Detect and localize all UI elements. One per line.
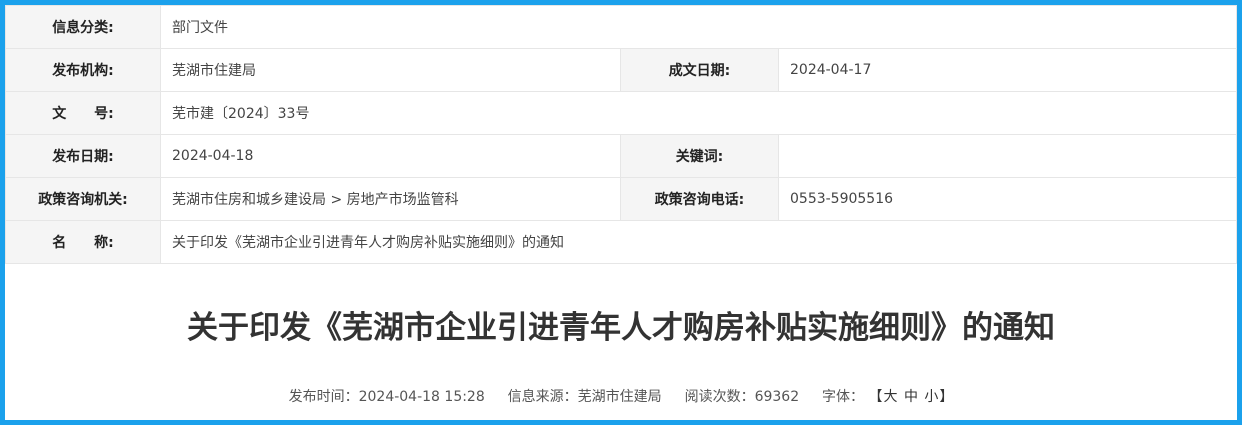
meta-row-name: 名 称: 关于印发《芜湖市企业引进青年人才购房补贴实施细则》的通知 <box>5 220 1237 264</box>
article-title: 关于印发《芜湖市企业引进青年人才购房补贴实施细则》的通知 <box>187 310 1055 346</box>
font-bracket-close: 】 <box>939 389 954 405</box>
publish-time-label: 发布时间： <box>288 389 359 405</box>
publisher-label: 发布机构: <box>5 48 161 92</box>
font-medium-button[interactable]: 中 <box>903 389 919 405</box>
consult-phone-value: 0553-5905516 <box>778 177 1237 221</box>
views-label: 阅读次数： <box>684 389 755 405</box>
keywords-label: 关键词: <box>620 134 779 178</box>
document-meta-table: 信息分类: 部门文件 发布机构: 芜湖市住建局 成文日期: 2024-04-17… <box>5 5 1237 264</box>
publish-date-label: 发布日期: <box>5 134 161 178</box>
consult-phone-label: 政策咨询电话: <box>620 177 779 221</box>
name-value: 关于印发《芜湖市企业引进青年人才购房补贴实施细则》的通知 <box>160 220 1237 264</box>
meta-row-category: 信息分类: 部门文件 <box>5 5 1237 49</box>
created-date-label: 成文日期: <box>620 48 779 92</box>
font-size-label: 字体： <box>822 389 865 405</box>
name-label: 名 称: <box>5 220 161 264</box>
meta-row-consult: 政策咨询机关: 芜湖市住房和城乡建设局 > 房地产市场监管科 政策咨询电话: 0… <box>5 177 1237 221</box>
created-date-value: 2024-04-17 <box>778 48 1237 92</box>
font-bracket-open: 【 <box>868 389 883 405</box>
doc-number-label: 文 号: <box>5 91 161 135</box>
publish-time-value: 2024-04-18 15:28 <box>358 389 485 405</box>
article-info-line: 发布时间：2024-04-18 15:28 信息来源：芜湖市住建局 阅读次数：6… <box>0 386 1242 406</box>
meta-row-publisher: 发布机构: 芜湖市住建局 成文日期: 2024-04-17 <box>5 48 1237 92</box>
category-value: 部门文件 <box>160 5 1237 49</box>
source-label: 信息来源： <box>507 389 578 405</box>
keywords-value <box>778 134 1237 178</box>
doc-number-value: 芜市建〔2024〕33号 <box>160 91 1237 135</box>
publish-date-value: 2024-04-18 <box>160 134 621 178</box>
category-label: 信息分类: <box>5 5 161 49</box>
font-large-button[interactable]: 大 <box>882 389 898 405</box>
source-value: 芜湖市住建局 <box>577 389 662 405</box>
consult-org-value: 芜湖市住房和城乡建设局 > 房地产市场监管科 <box>160 177 621 221</box>
font-small-button[interactable]: 小 <box>923 389 939 405</box>
meta-row-publish-date: 发布日期: 2024-04-18 关键词: <box>5 134 1237 178</box>
views-value: 69362 <box>754 389 800 405</box>
consult-org-label: 政策咨询机关: <box>5 177 161 221</box>
publisher-value: 芜湖市住建局 <box>160 48 621 92</box>
meta-row-doc-number: 文 号: 芜市建〔2024〕33号 <box>5 91 1237 135</box>
